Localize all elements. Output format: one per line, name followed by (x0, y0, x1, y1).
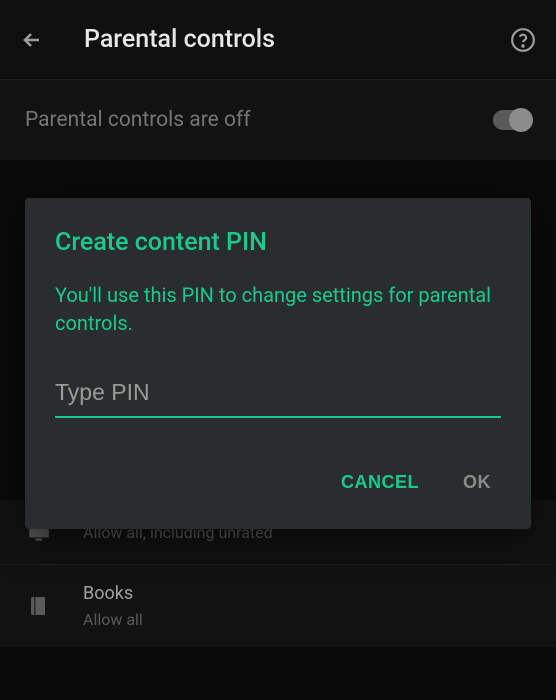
create-pin-dialog: Create content PIN You'll use this PIN t… (25, 198, 531, 529)
ok-button[interactable]: OK (459, 466, 495, 499)
dialog-body: You'll use this PIN to change settings f… (55, 281, 501, 337)
pin-input[interactable] (55, 373, 501, 418)
dialog-title: Create content PIN (55, 228, 501, 257)
dialog-actions: CANCEL OK (55, 466, 501, 499)
cancel-button[interactable]: CANCEL (337, 466, 423, 499)
dialog-overlay: Create content PIN You'll use this PIN t… (0, 0, 556, 700)
